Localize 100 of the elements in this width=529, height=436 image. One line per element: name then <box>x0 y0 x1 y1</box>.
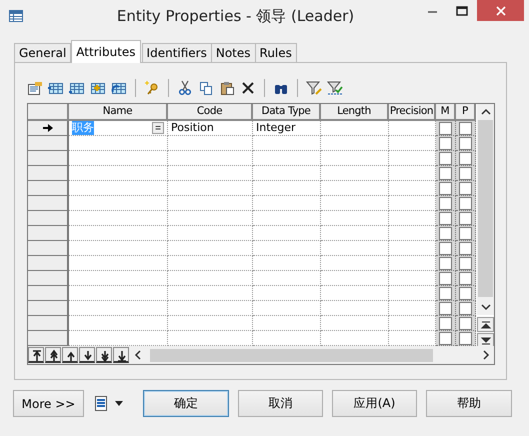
paste-icon[interactable] <box>219 80 235 96</box>
checkbox[interactable] <box>439 242 452 254</box>
table-cell[interactable] <box>168 286 253 301</box>
table-cell[interactable] <box>253 301 321 316</box>
filter-edit-icon[interactable] <box>306 80 322 96</box>
checkbox[interactable] <box>459 242 472 254</box>
checkbox[interactable] <box>439 212 452 224</box>
checkbox[interactable] <box>439 196 452 210</box>
checkbox[interactable] <box>439 316 452 330</box>
column-header[interactable]: Precision <box>389 104 436 121</box>
vertical-scrollbar[interactable] <box>477 104 494 315</box>
table-cell[interactable] <box>321 286 389 301</box>
row-header[interactable] <box>28 121 69 136</box>
column-header[interactable]: Length <box>321 104 389 121</box>
insert-row-icon[interactable] <box>48 80 64 96</box>
table-cell[interactable] <box>321 211 389 226</box>
table-cell[interactable] <box>168 316 253 331</box>
table-cell[interactable] <box>321 271 389 286</box>
table-cell[interactable] <box>69 241 168 256</box>
checkbox[interactable] <box>439 136 452 150</box>
checkbox[interactable] <box>459 256 472 270</box>
checkbox[interactable] <box>439 272 452 284</box>
dialog-button[interactable]: 帮助 <box>426 390 512 417</box>
column-header[interactable]: Code <box>168 104 253 121</box>
checkbox[interactable] <box>459 122 472 134</box>
table-cell[interactable] <box>253 166 321 181</box>
table-cell[interactable] <box>321 316 389 331</box>
table-cell[interactable] <box>253 181 321 196</box>
table-cell[interactable] <box>69 271 168 286</box>
table-cell[interactable] <box>168 196 253 211</box>
properties-icon[interactable] <box>27 80 43 96</box>
column-header[interactable]: Data Type <box>253 104 321 121</box>
table-cell[interactable] <box>168 136 253 151</box>
checkbox[interactable] <box>459 182 472 194</box>
table-cell[interactable] <box>321 151 389 166</box>
table-cell[interactable] <box>321 256 389 271</box>
table-cell[interactable] <box>168 271 253 286</box>
tab[interactable]: General <box>14 43 72 62</box>
filter-check-icon[interactable] <box>327 80 343 96</box>
table-cell[interactable] <box>253 286 321 301</box>
checkbox[interactable] <box>459 166 472 180</box>
dropdown-caret-icon[interactable] <box>115 401 123 406</box>
table-cell[interactable] <box>253 136 321 151</box>
checkbox[interactable] <box>439 122 452 134</box>
tab[interactable]: Identifiers <box>142 43 212 62</box>
table-cell[interactable]: 职务 = <box>69 121 168 136</box>
table-cell[interactable] <box>253 226 321 241</box>
reuse-table-icon[interactable] <box>111 80 127 96</box>
checkbox[interactable] <box>439 152 452 164</box>
dialog-button[interactable]: More >> <box>13 390 84 417</box>
table-cell[interactable] <box>253 241 321 256</box>
dialog-button[interactable]: 确定 <box>143 390 229 417</box>
checkbox[interactable] <box>459 272 472 284</box>
tab[interactable]: Notes <box>210 43 256 62</box>
table-cell[interactable] <box>69 286 168 301</box>
add-row-icon[interactable] <box>69 80 85 96</box>
scissors-icon[interactable] <box>177 80 193 96</box>
checkbox[interactable] <box>459 226 472 240</box>
checkbox[interactable] <box>459 332 472 344</box>
table-cell[interactable] <box>168 151 253 166</box>
table-cell[interactable] <box>253 271 321 286</box>
table-cell[interactable] <box>69 301 168 316</box>
checkbox[interactable] <box>439 302 452 314</box>
checkbox[interactable] <box>459 212 472 224</box>
table-cell[interactable] <box>321 196 389 211</box>
table-cell[interactable] <box>321 136 389 151</box>
document-icon[interactable] <box>93 395 109 412</box>
delete-icon[interactable] <box>240 80 256 96</box>
add-table-icon[interactable] <box>90 80 106 96</box>
table-cell[interactable] <box>69 181 168 196</box>
checkbox[interactable] <box>439 226 452 240</box>
table-cell[interactable] <box>321 241 389 256</box>
tab[interactable]: Attributes <box>71 40 141 63</box>
table-cell[interactable] <box>69 211 168 226</box>
dialog-button[interactable]: 应用(A) <box>332 390 417 417</box>
table-cell[interactable] <box>321 301 389 316</box>
copy-icon[interactable] <box>198 80 214 96</box>
checkbox[interactable] <box>439 182 452 194</box>
column-header[interactable]: M <box>436 104 456 121</box>
table-cell[interactable] <box>253 151 321 166</box>
table-cell[interactable]: Position <box>168 121 253 136</box>
key-icon[interactable] <box>144 80 160 96</box>
table-cell[interactable] <box>168 226 253 241</box>
table-cell[interactable] <box>168 241 253 256</box>
table-cell[interactable] <box>321 121 389 136</box>
table-cell[interactable] <box>253 316 321 331</box>
column-header[interactable]: Name <box>69 104 168 121</box>
equals-button[interactable]: = <box>152 122 164 134</box>
table-cell[interactable] <box>253 196 321 211</box>
table-cell[interactable] <box>69 166 168 181</box>
checkbox[interactable] <box>459 302 472 314</box>
table-cell[interactable]: Integer <box>253 121 321 136</box>
dialog-button[interactable]: 取消 <box>238 390 323 417</box>
table-cell[interactable] <box>321 226 389 241</box>
table-cell[interactable] <box>253 256 321 271</box>
checkbox[interactable] <box>459 316 472 330</box>
table-cell[interactable] <box>69 316 168 331</box>
checkbox[interactable] <box>439 286 452 300</box>
table-cell[interactable] <box>168 166 253 181</box>
checkbox[interactable] <box>459 196 472 210</box>
